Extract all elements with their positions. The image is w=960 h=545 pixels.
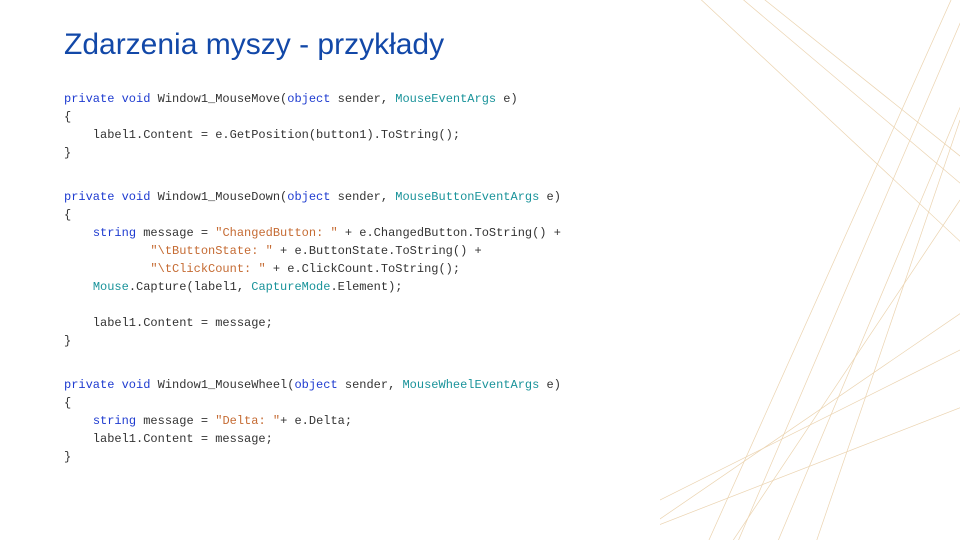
keyword: string: [93, 414, 136, 428]
method-name: Window1_MouseDown(: [150, 190, 287, 204]
page-title: Zdarzenia myszy - przykłady: [64, 28, 896, 62]
type: CaptureMode: [251, 280, 330, 294]
method-name: Window1_MouseMove(: [150, 92, 287, 106]
type: MouseEventArgs: [395, 92, 496, 106]
code: .Element);: [330, 280, 402, 294]
string: "\tClickCount: ": [150, 262, 265, 276]
type: MouseWheelEventArgs: [402, 378, 539, 392]
param: e): [539, 378, 561, 392]
param: sender,: [330, 92, 395, 106]
code-line: label1.Content = e.GetPosition(button1).…: [64, 128, 460, 142]
keyword: object: [287, 92, 330, 106]
param: sender,: [338, 378, 403, 392]
brace: {: [64, 208, 71, 222]
code: message =: [136, 414, 215, 428]
indent: [64, 414, 93, 428]
code-block-3: private void Window1_MouseWheel(object s…: [64, 376, 896, 466]
brace: }: [64, 334, 71, 348]
brace: }: [64, 146, 71, 160]
type: MouseButtonEventArgs: [395, 190, 539, 204]
code: + e.ButtonState.ToString() +: [273, 244, 482, 258]
slide: Zdarzenia myszy - przykłady private void…: [0, 0, 960, 486]
indent: [64, 226, 93, 240]
brace: {: [64, 396, 71, 410]
param: e): [496, 92, 518, 106]
code-line: label1.Content = message;: [64, 432, 273, 446]
indent: [64, 262, 150, 276]
keyword: private void: [64, 92, 150, 106]
method-name: Window1_MouseWheel(: [150, 378, 294, 392]
param: sender,: [330, 190, 395, 204]
keyword: private void: [64, 378, 150, 392]
code-block-2: private void Window1_MouseDown(object se…: [64, 188, 896, 350]
type: Mouse: [93, 280, 129, 294]
keyword: object: [287, 190, 330, 204]
code-line: label1.Content = message;: [64, 316, 273, 330]
brace: {: [64, 110, 71, 124]
code: message =: [136, 226, 215, 240]
code-block-1: private void Window1_MouseMove(object se…: [64, 90, 896, 162]
string: "Delta: ": [215, 414, 280, 428]
keyword: object: [294, 378, 337, 392]
string: "ChangedButton: ": [215, 226, 337, 240]
keyword: private void: [64, 190, 150, 204]
param: e): [539, 190, 561, 204]
code: .Capture(label1,: [129, 280, 251, 294]
keyword: string: [93, 226, 136, 240]
brace: }: [64, 450, 71, 464]
code: + e.ChangedButton.ToString() +: [338, 226, 561, 240]
code: + e.ClickCount.ToString();: [266, 262, 460, 276]
indent: [64, 280, 93, 294]
string: "\tButtonState: ": [150, 244, 272, 258]
indent: [64, 244, 150, 258]
code: + e.Delta;: [280, 414, 352, 428]
